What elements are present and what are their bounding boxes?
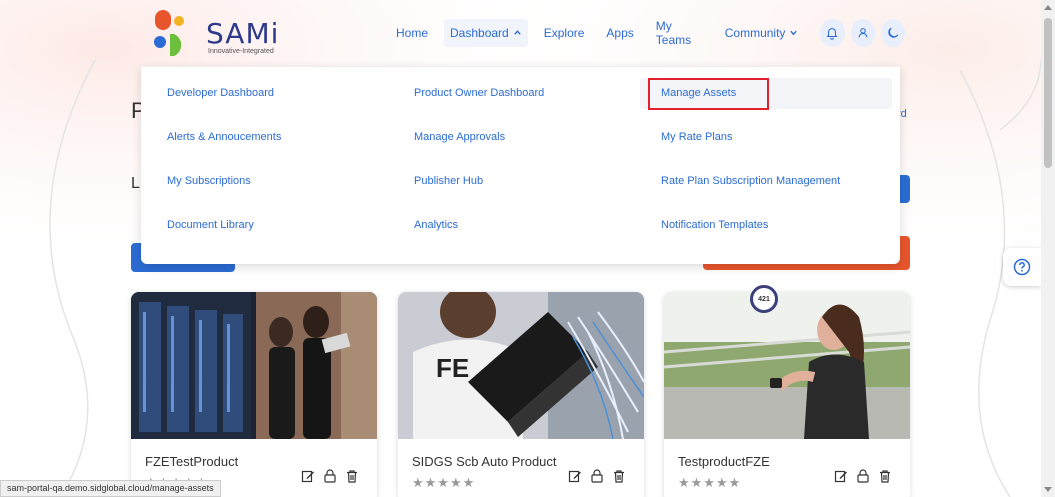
card-actions (830, 467, 896, 485)
product-title: TestproductFZE (678, 454, 770, 469)
bell-icon (826, 28, 839, 40)
product-image (664, 292, 910, 439)
moon-icon (888, 27, 899, 38)
product-title: SIDGS Scb Auto Product (412, 454, 557, 469)
scroll-down-arrow-icon[interactable] (1044, 487, 1052, 492)
brand-name: SAMi (206, 17, 280, 50)
edit-icon (301, 470, 314, 483)
rating-stars: ★★★★★ (412, 475, 476, 490)
delete-button[interactable] (874, 467, 896, 485)
trash-icon (880, 470, 890, 483)
menu-document-library[interactable]: Document Library (167, 219, 254, 231)
product-card[interactable]: TestproductFZE ★★★★★ (664, 292, 910, 497)
menu-developer-dashboard[interactable]: Developer Dashboard (167, 87, 274, 99)
nav-apps[interactable]: Apps (606, 19, 633, 47)
edit-button[interactable] (830, 467, 852, 485)
theme-toggle-button[interactable] (880, 19, 905, 47)
count-badge: 421 (750, 285, 778, 313)
delete-button[interactable] (608, 467, 630, 485)
lock-button[interactable] (852, 467, 874, 485)
menu-my-rate-plans[interactable]: My Rate Plans (661, 131, 733, 143)
nav-explore[interactable]: Explore (544, 19, 585, 47)
highlight-box (648, 78, 769, 110)
rating-stars: ★★★★★ (678, 475, 742, 490)
logo[interactable]: SAMi Innovative-Integrated (148, 10, 278, 56)
trash-icon (614, 470, 624, 483)
vertical-scrollbar[interactable] (1041, 0, 1055, 497)
menu-alerts-announcements[interactable]: Alerts & Annoucements (167, 131, 281, 143)
menu-manage-approvals[interactable]: Manage Approvals (414, 131, 505, 143)
scroll-thumb[interactable] (1044, 18, 1052, 168)
menu-rate-plan-subscription-management[interactable]: Rate Plan Subscription Management (661, 175, 840, 187)
product-card[interactable]: FE SIDGS Scb Auto Product ★★★★★ (398, 292, 644, 497)
lock-icon (591, 469, 603, 483)
status-bar-url: sam-portal-qa.demo.sidglobal.cloud/manag… (0, 480, 221, 497)
dashboard-dropdown-menu: Developer Dashboard Alerts & Annoucement… (141, 66, 900, 264)
chevron-down-icon (789, 28, 798, 39)
sami-logo-icon (154, 10, 184, 56)
product-card[interactable]: FZETestProduct ★★★★★ (131, 292, 377, 497)
card-actions (297, 467, 363, 485)
trash-icon (347, 470, 357, 483)
lock-button[interactable] (586, 467, 608, 485)
header: SAMi Innovative-Integrated Home Dashboar… (140, 0, 910, 66)
product-image (131, 292, 377, 439)
brand-tagline: Innovative-Integrated (208, 48, 274, 55)
lock-icon (857, 469, 869, 483)
delete-button[interactable] (341, 467, 363, 485)
menu-publisher-hub[interactable]: Publisher Hub (414, 175, 483, 187)
nav-home[interactable]: Home (396, 19, 428, 47)
chevron-up-icon (513, 28, 522, 39)
lock-icon (324, 469, 336, 483)
svg-text:FE: FE (436, 353, 469, 383)
nav-community[interactable]: Community (725, 19, 799, 47)
menu-analytics[interactable]: Analytics (414, 219, 458, 231)
edit-icon (568, 470, 581, 483)
product-title: FZETestProduct (145, 454, 239, 469)
menu-my-subscriptions[interactable]: My Subscriptions (167, 175, 251, 187)
product-image: FE (398, 292, 644, 439)
help-icon (1013, 258, 1031, 276)
edit-button[interactable] (564, 467, 586, 485)
profile-button[interactable] (850, 19, 875, 47)
nav-my-teams[interactable]: My Teams (656, 19, 703, 47)
page-label-fragment: L (131, 175, 140, 192)
menu-product-owner-dashboard[interactable]: Product Owner Dashboard (414, 87, 544, 99)
lock-button[interactable] (319, 467, 341, 485)
user-icon (858, 28, 868, 38)
nav-community-label: Community (724, 26, 786, 40)
notifications-button[interactable] (820, 19, 845, 47)
scroll-up-arrow-icon[interactable] (1044, 5, 1052, 10)
edit-button[interactable] (297, 467, 319, 485)
edit-icon (834, 470, 847, 483)
card-actions (564, 467, 630, 485)
main-nav: Home Dashboard Explore Apps My Teams Com… (396, 18, 911, 48)
menu-notification-templates[interactable]: Notification Templates (661, 219, 768, 231)
help-button[interactable] (1003, 248, 1041, 286)
nav-dashboard[interactable]: Dashboard (444, 19, 528, 47)
nav-dashboard-label: Dashboard (450, 26, 509, 40)
